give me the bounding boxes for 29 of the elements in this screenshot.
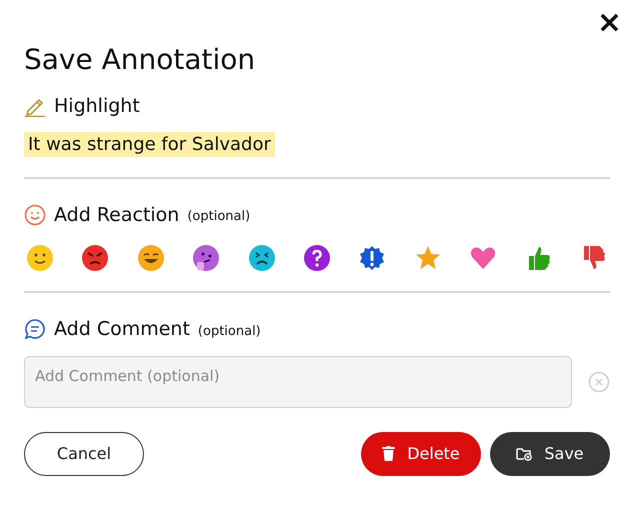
cancel-button[interactable]: Cancel xyxy=(24,432,144,476)
angry-face-icon xyxy=(81,244,110,272)
optional-hint: (optional) xyxy=(198,322,261,340)
dialog-title: Save Annotation xyxy=(24,42,256,78)
reaction-button[interactable] xyxy=(136,243,166,273)
save-button[interactable]: Save xyxy=(490,432,610,476)
crying-face-icon xyxy=(248,244,276,272)
folder-plus-icon xyxy=(516,446,532,460)
reaction-button[interactable] xyxy=(80,243,110,273)
close-button[interactable]: × xyxy=(596,8,622,38)
reaction-button[interactable] xyxy=(191,243,222,273)
delete-button[interactable]: Delete xyxy=(361,432,481,476)
grinning-face-icon xyxy=(136,244,165,272)
smiley-face-icon xyxy=(26,244,54,272)
highlight-label: Highlight xyxy=(54,94,140,119)
optional-hint: (optional) xyxy=(187,208,250,226)
chat-bubble-icon xyxy=(24,318,46,340)
thinking-face-icon xyxy=(192,244,220,272)
star-icon xyxy=(414,244,442,272)
comment-field[interactable]: Add Comment (optional) xyxy=(24,356,572,408)
reaction-label: Add Reaction xyxy=(54,202,180,228)
reaction-button[interactable] xyxy=(25,243,55,273)
smiley-icon xyxy=(24,204,46,226)
exclamation-badge-icon xyxy=(358,244,386,272)
question-icon xyxy=(302,244,331,272)
trash-icon xyxy=(382,446,396,461)
reaction-button[interactable] xyxy=(246,243,277,273)
highlighted-text: It was strange for Salvador xyxy=(24,132,275,156)
comment-label: Add Comment xyxy=(54,317,190,342)
